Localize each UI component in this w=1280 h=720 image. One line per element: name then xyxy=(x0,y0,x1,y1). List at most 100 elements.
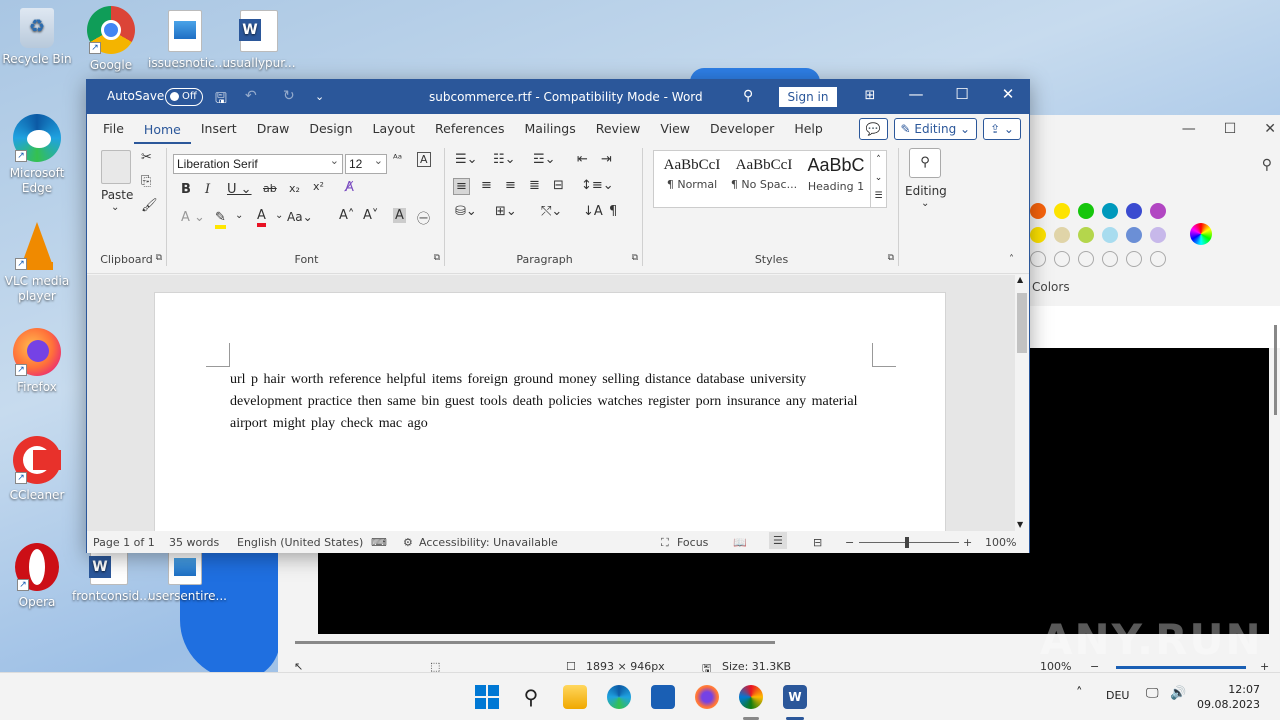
save-icon[interactable]: 🖫 xyxy=(215,88,227,112)
desktop-icon-vlc[interactable]: ↗ VLC media player xyxy=(0,222,74,304)
text-effects-dropdown-icon[interactable]: A ⌄ xyxy=(181,210,205,225)
sort-icon[interactable]: ↓A xyxy=(583,204,603,219)
borders-icon[interactable]: ⊞⌄ xyxy=(495,204,517,219)
color-swatch[interactable] xyxy=(1126,203,1142,219)
read-mode-icon[interactable]: 📖 xyxy=(733,536,747,549)
shrink-font-icon[interactable]: A˅ xyxy=(363,208,378,223)
zoom-slider-thumb[interactable] xyxy=(905,537,909,548)
maximize-icon[interactable]: ☐ xyxy=(1224,121,1237,137)
scroll-up-icon[interactable]: ▲ xyxy=(1017,275,1023,284)
collapse-ribbon-icon[interactable]: ˄ xyxy=(1009,254,1014,265)
dialog-launcher-icon[interactable]: ⧉ xyxy=(156,253,162,263)
zoom-in-button[interactable]: + xyxy=(963,536,972,549)
justify-icon[interactable]: ≣ xyxy=(529,178,540,193)
store-icon[interactable] xyxy=(651,685,675,709)
tab-help[interactable]: Help xyxy=(784,114,833,144)
input-language[interactable]: DEU xyxy=(1106,689,1129,702)
file-explorer-icon[interactable] xyxy=(563,685,587,709)
show-formatting-icon[interactable]: ¶ xyxy=(609,204,617,219)
clock[interactable]: 12:07 09.08.2023 xyxy=(1197,682,1260,712)
dialog-launcher-icon[interactable]: ⧉ xyxy=(888,253,894,263)
web-layout-icon[interactable]: ⊟ xyxy=(813,536,822,549)
shading-icon[interactable]: ⛁⌄ xyxy=(455,204,477,219)
color-swatch[interactable] xyxy=(1102,227,1118,243)
distributed-icon[interactable]: ⊟ xyxy=(553,178,564,193)
highlight-icon[interactable]: ✎ xyxy=(215,210,226,229)
paint-v-scrollbar[interactable] xyxy=(1274,325,1277,415)
minimize-icon[interactable]: — xyxy=(1182,121,1196,137)
decrease-indent-icon[interactable]: ⇤ xyxy=(577,152,588,167)
chevron-up-icon[interactable]: ˄ xyxy=(1076,686,1083,701)
close-icon[interactable]: ✕ xyxy=(1264,121,1276,137)
eyedropper-icon[interactable]: ⚲ xyxy=(1262,157,1272,173)
word-count[interactable]: 35 words xyxy=(169,536,219,549)
comments-button[interactable]: 💬 xyxy=(858,118,888,140)
desktop-icon-edge[interactable]: ↗ Microsoft Edge xyxy=(0,114,74,196)
desktop-icon-opera[interactable]: ↗ Opera xyxy=(0,543,74,610)
text-effects-icon[interactable]: A̸ xyxy=(345,180,354,195)
align-right-icon[interactable]: ≡ xyxy=(505,178,516,193)
bullets-icon[interactable]: ☰⌄ xyxy=(455,152,478,167)
desktop-icon-frontconsid[interactable]: W frontconsid... xyxy=(72,551,151,604)
tab-layout[interactable]: Layout xyxy=(363,114,426,144)
empty-color-swatch[interactable] xyxy=(1126,251,1142,267)
ribbon-display-options-icon[interactable]: ⊞ xyxy=(855,88,885,103)
tab-design[interactable]: Design xyxy=(299,114,362,144)
paint-taskbar-icon[interactable] xyxy=(739,685,763,709)
paint-zoom-slider[interactable] xyxy=(1116,666,1246,669)
accessibility-status[interactable]: Accessibility: Unavailable xyxy=(419,536,558,549)
scroll-down-icon[interactable]: ▼ xyxy=(1017,520,1023,529)
grow-font-icon[interactable]: A˄ xyxy=(339,208,354,223)
maximize-button[interactable]: ☐ xyxy=(947,85,977,103)
page-count[interactable]: Page 1 of 1 xyxy=(93,536,155,549)
color-swatch[interactable] xyxy=(1030,203,1046,219)
share-button[interactable]: ⇪ ⌄ xyxy=(983,118,1021,140)
superscript-icon[interactable]: x² xyxy=(313,180,324,193)
tab-review[interactable]: Review xyxy=(586,114,651,144)
color-swatch[interactable] xyxy=(1030,227,1046,243)
style-no-spacing[interactable]: AaBbCcI ¶ No Spac... xyxy=(728,157,800,191)
paint-h-scrollbar[interactable] xyxy=(295,641,775,644)
clear-formatting-icon[interactable]: A xyxy=(417,152,431,167)
edit-colors-icon[interactable] xyxy=(1190,223,1212,245)
document-page[interactable]: url p hair worth reference helpful items… xyxy=(154,292,946,531)
font-color-icon[interactable]: A xyxy=(257,208,266,227)
change-case-icon[interactable]: ᴬᵃ xyxy=(393,152,402,165)
numbering-icon[interactable]: ☷⌄ xyxy=(493,152,516,167)
empty-color-swatch[interactable] xyxy=(1102,251,1118,267)
desktop-icon-usuallypur[interactable]: W usuallypur... xyxy=(222,10,296,71)
tab-file[interactable]: File xyxy=(93,114,134,144)
search-button[interactable]: ⚲ xyxy=(519,685,543,709)
asian-layout-icon[interactable]: ⤲⌄ xyxy=(541,204,562,219)
color-swatch[interactable] xyxy=(1054,227,1070,243)
edge-taskbar-icon[interactable] xyxy=(607,685,631,709)
network-icon[interactable]: 🖵 xyxy=(1146,686,1159,701)
style-heading-1[interactable]: AaBbC Heading 1 xyxy=(800,155,872,193)
search-icon[interactable]: ⚲ xyxy=(743,88,753,104)
document-body-text[interactable]: url p hair worth reference helpful items… xyxy=(230,369,880,435)
autosave-toggle[interactable]: Off xyxy=(165,88,203,106)
vertical-scrollbar[interactable]: ▲ ▼ xyxy=(1015,275,1029,531)
scrollbar-thumb[interactable] xyxy=(1017,293,1027,353)
font-color-dropdown-icon[interactable]: ⌄ xyxy=(275,210,283,221)
color-swatch[interactable] xyxy=(1054,203,1070,219)
cut-icon[interactable]: ✂ xyxy=(141,150,152,165)
dialog-launcher-icon[interactable]: ⧉ xyxy=(632,253,638,263)
volume-icon[interactable]: 🔊 xyxy=(1170,686,1186,701)
sign-in-button[interactable]: Sign in xyxy=(779,87,837,107)
color-swatch[interactable] xyxy=(1126,227,1142,243)
empty-color-swatch[interactable] xyxy=(1150,251,1166,267)
customize-quick-access-icon[interactable]: ⌄ xyxy=(315,90,324,103)
copy-icon[interactable]: ⎘ xyxy=(141,174,151,189)
desktop-icon-issuesnotic[interactable]: issuesnotic... xyxy=(148,10,226,71)
character-shading-icon[interactable]: A xyxy=(393,208,406,223)
paste-dropdown-icon[interactable]: ⌄ xyxy=(111,202,119,213)
desktop-icon-usersentire[interactable]: usersentire... xyxy=(148,551,227,604)
empty-color-swatch[interactable] xyxy=(1078,251,1094,267)
redo-icon[interactable]: ↻ xyxy=(283,88,295,104)
desktop-icon-recycle-bin[interactable]: ♻ Recycle Bin xyxy=(0,8,74,67)
tab-view[interactable]: View xyxy=(650,114,700,144)
styles-scroll[interactable]: ˄ ⌄ ☰ xyxy=(870,151,886,207)
align-center-icon[interactable]: ≡ xyxy=(481,178,492,193)
proofing-icon[interactable]: ⌨ xyxy=(371,536,387,549)
